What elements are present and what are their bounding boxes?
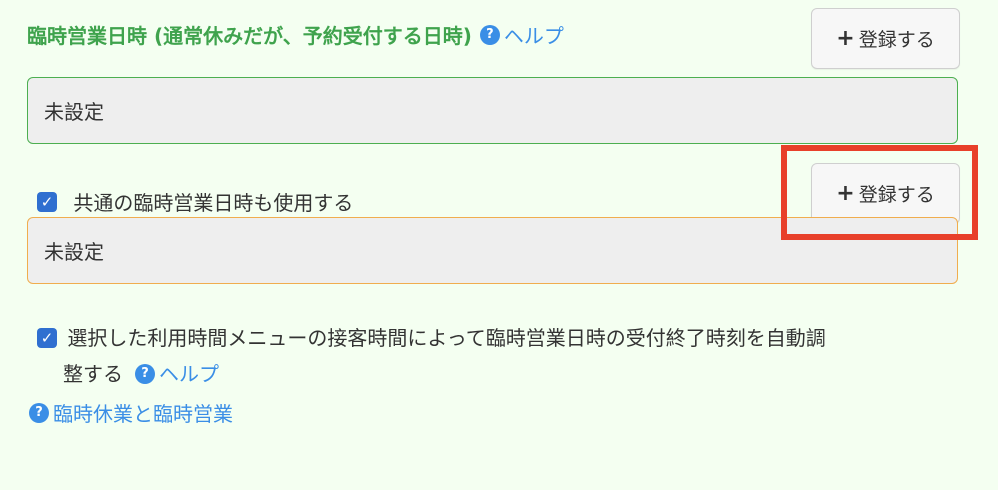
temporary-hours-value-text: 未設定 [44, 100, 104, 124]
help-link-auto-adjust[interactable]: ? ヘルプ [135, 356, 219, 392]
section-title-text: 臨時営業日時 (通常休みだが、予約受付する日時) [27, 24, 472, 48]
help-link-title[interactable]: ? ヘルプ [479, 20, 564, 49]
help-icon: ? [135, 363, 155, 384]
help-icon: ? [479, 24, 500, 45]
auto-adjust-checkbox[interactable]: ✓ [37, 327, 57, 348]
help-icon: ? [29, 402, 49, 423]
temporary-hours-value: 未設定 [27, 77, 958, 144]
register-button-label: 登録する [858, 29, 935, 51]
common-hours-value-text: 未設定 [44, 240, 104, 264]
help-link-label: ヘルプ [159, 361, 219, 386]
section-title: 臨時営業日時 (通常休みだが、予約受付する日時) ? ヘルプ [27, 20, 564, 49]
auto-adjust-label-line2: 整する [63, 361, 123, 386]
temporary-closure-help-label: 臨時休業と臨時営業 [53, 402, 233, 426]
temporary-closure-help-link[interactable]: ? 臨時休業と臨時営業 [29, 398, 233, 427]
common-hours-checkbox-label: 共通の臨時営業日時も使用する [73, 191, 354, 215]
common-hours-checkbox-row: ✓ 共通の臨時営業日時も使用する [37, 187, 353, 216]
plus-icon: + [836, 25, 855, 51]
common-hours-checkbox[interactable]: ✓ [37, 191, 57, 212]
auto-adjust-label-line1: 選択した利用時間メニューの接客時間によって臨時営業日時の受付終了時刻を自動調 [67, 325, 826, 350]
help-link-label: ヘルプ [503, 24, 564, 48]
register-button-temporary-hours[interactable]: + 登録する [811, 8, 960, 69]
auto-adjust-checkbox-row: ✓ 選択した利用時間メニューの接客時間によって臨時営業日時の受付終了時刻を自動調… [37, 318, 967, 392]
highlight-box [781, 145, 978, 240]
